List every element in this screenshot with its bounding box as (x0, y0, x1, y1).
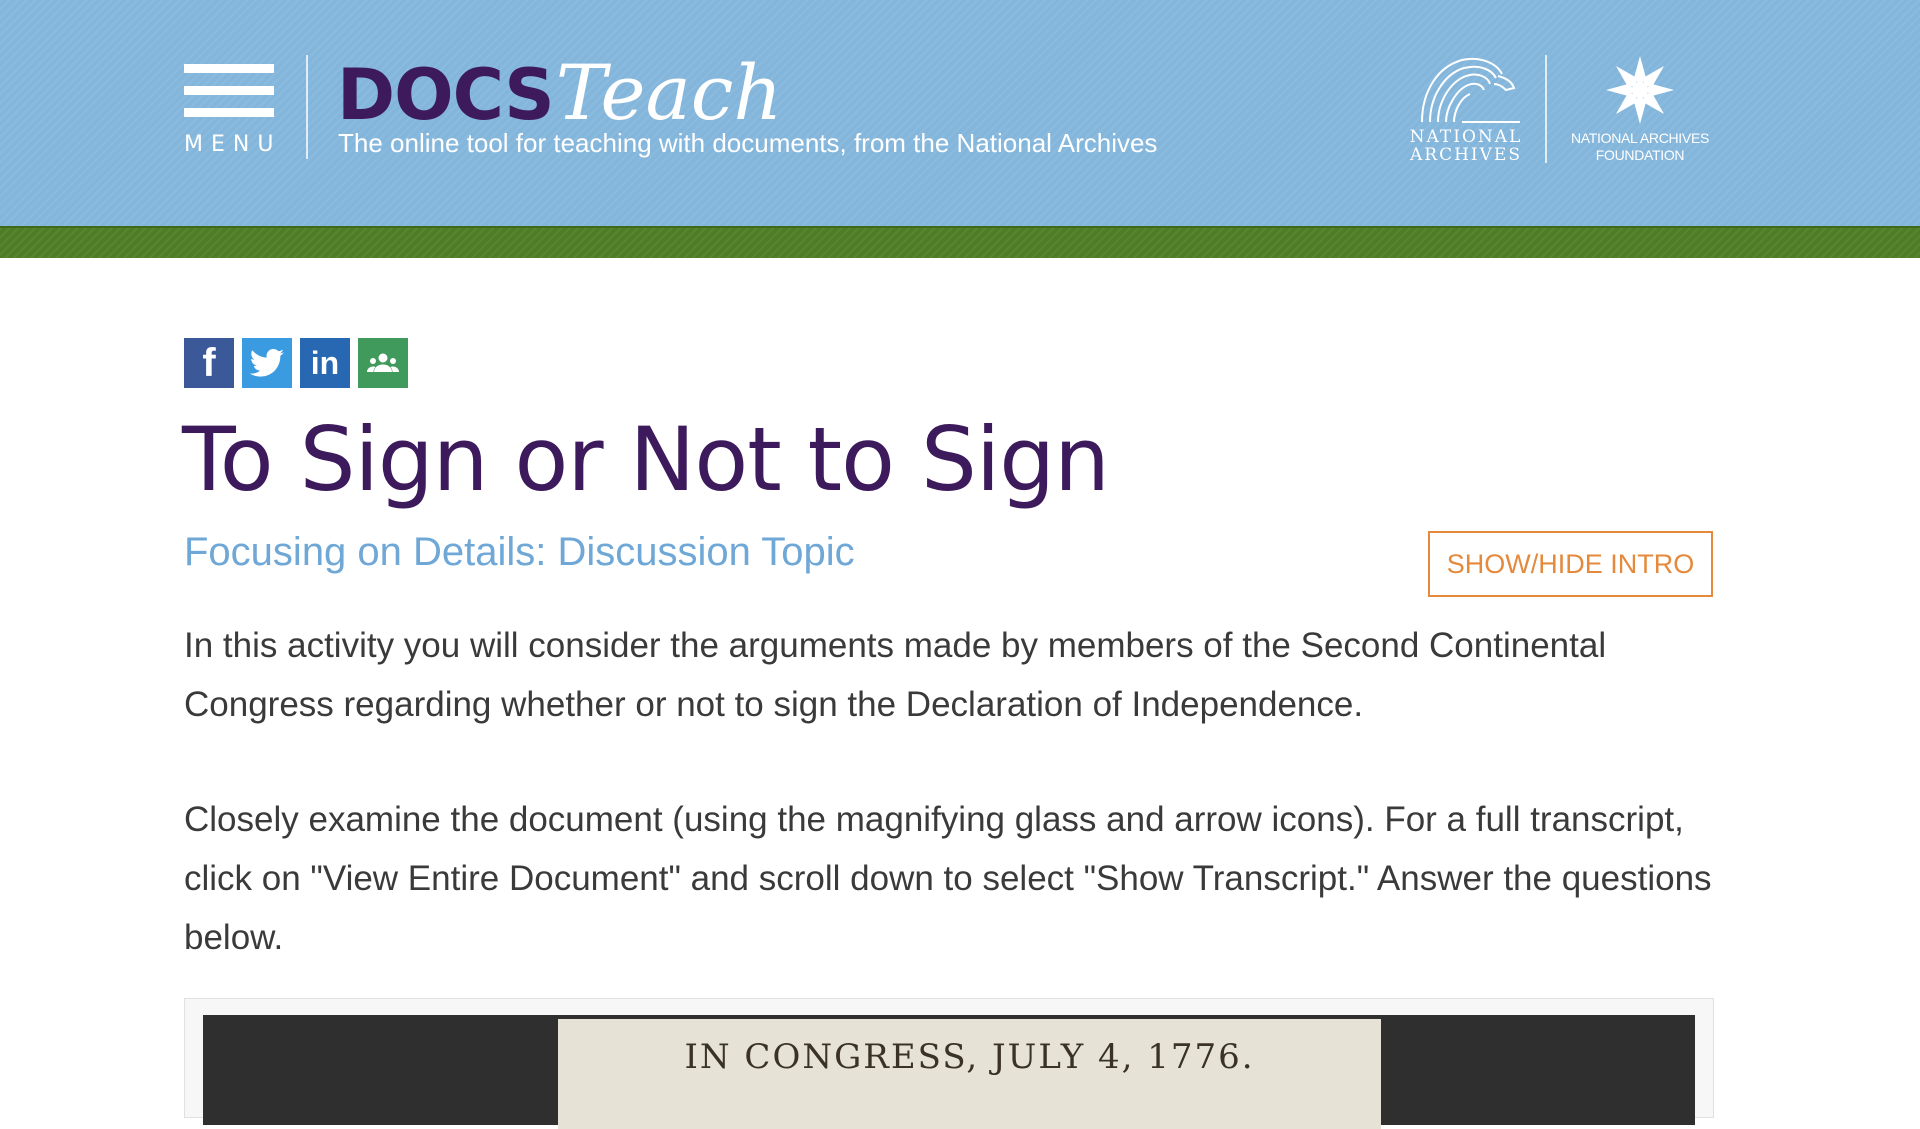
foundation-text-line2: FOUNDATION (1595, 147, 1685, 163)
document-heading: IN CONGRESS, JULY 4, 1776. (684, 1037, 1255, 1077)
document-image[interactable]: IN CONGRESS, JULY 4, 1776. (558, 1019, 1381, 1129)
google-classroom-share-button[interactable] (358, 338, 408, 388)
hamburger-icon-bar (184, 86, 274, 95)
national-archives-text: NATIONAL ARCHIVES (1409, 127, 1523, 165)
google-classroom-icon (367, 353, 399, 372)
docsteach-logo[interactable]: DOCSTeach (337, 48, 782, 137)
facebook-icon: f (202, 340, 216, 385)
hamburger-icon-bar (184, 108, 274, 117)
site-header: MENU DOCSTeach The online tool for teach… (0, 0, 1920, 226)
header-divider (1545, 55, 1547, 163)
intro-paragraph: Closely examine the document (using the … (184, 800, 1712, 957)
foundation-text: NATIONAL ARCHIVES FOUNDATION (1560, 130, 1720, 164)
activity-intro: In this activity you will consider the a… (184, 616, 1724, 967)
facebook-share-button[interactable]: f (184, 338, 234, 388)
header-divider (306, 55, 308, 159)
menu-button[interactable]: MENU (184, 64, 274, 164)
show-hide-intro-button[interactable]: SHOW/HIDE INTRO (1428, 531, 1713, 597)
logo-docs-text: DOCS (337, 54, 555, 136)
national-archives-foundation-logo[interactable]: NATIONAL ARCHIVES FOUNDATION (1560, 52, 1720, 164)
foundation-text-line1: NATIONAL ARCHIVES (1570, 130, 1710, 146)
star-flower-icon (1606, 56, 1674, 124)
site-tagline: The online tool for teaching with docume… (338, 128, 1158, 158)
document-viewer-canvas: IN CONGRESS, JULY 4, 1776. (203, 1015, 1695, 1129)
national-archives-logo[interactable]: NATIONAL ARCHIVES (1402, 52, 1530, 164)
document-viewer[interactable]: IN CONGRESS, JULY 4, 1776. (184, 998, 1714, 1129)
activity-subtitle: Focusing on Details: Discussion Topic (184, 530, 855, 574)
intro-paragraph: In this activity you will consider the a… (184, 626, 1607, 724)
hamburger-icon (184, 64, 274, 73)
social-share-bar: f in (184, 338, 408, 388)
twitter-share-button[interactable] (242, 338, 292, 388)
page-title: To Sign or Not to Sign (182, 408, 1110, 511)
linkedin-share-button[interactable]: in (300, 338, 350, 388)
logo-teach-text: Teach (555, 48, 783, 137)
twitter-icon (250, 349, 284, 377)
eagle-icon (1421, 58, 1520, 123)
linkedin-icon: in (310, 344, 340, 381)
header-green-band (0, 226, 1920, 258)
menu-label: MENU (184, 132, 282, 157)
